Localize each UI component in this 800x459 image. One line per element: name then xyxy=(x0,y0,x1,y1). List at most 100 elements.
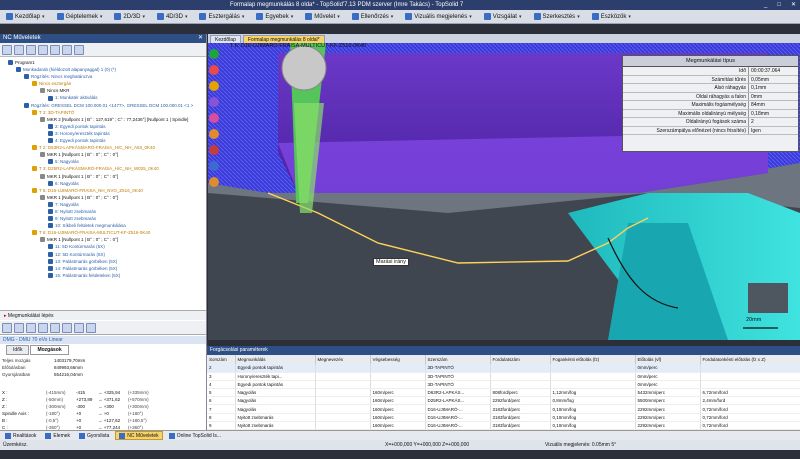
column-header[interactable]: Szerszám xyxy=(425,355,491,364)
menu-2d3d[interactable]: 2D/3D ▾ xyxy=(110,11,149,23)
path-icon[interactable] xyxy=(209,129,219,139)
warning-icon[interactable] xyxy=(209,145,219,155)
tree-item[interactable]: MKR 2 [Nullpont 1 | B° : 127,619° ; C° :… xyxy=(0,116,206,123)
tree-item[interactable]: Nincs esztergán xyxy=(0,80,206,87)
close-icon[interactable]: ✕ xyxy=(198,34,203,43)
machine-icon[interactable] xyxy=(2,322,12,333)
tree-item[interactable]: T 2: D63R2-LAPKÁSMARÓ-FRAISA_H/C_NH_A63_… xyxy=(0,144,206,151)
menu-machine[interactable]: Géptelemek ▾ xyxy=(53,11,107,23)
param-row[interactable]: Oldal ráhagyás a falon 0mm xyxy=(623,92,798,101)
stop-icon[interactable] xyxy=(38,322,48,333)
param-row[interactable]: Szerszámpálya előnézet (nincs frissítés)… xyxy=(623,126,798,135)
tree-item[interactable]: MKR 1 [Nullpont 1 | B° : 0° ; C° : 0°] xyxy=(0,173,206,180)
tab-moves[interactable]: Mozgások xyxy=(30,345,69,355)
zoom-icon[interactable] xyxy=(74,322,84,333)
collapse-icon[interactable] xyxy=(14,44,24,55)
play-icon[interactable] xyxy=(14,322,24,333)
expand-icon[interactable] xyxy=(2,44,12,55)
tree-item[interactable]: 13: Palástmarás görbéken (5X) xyxy=(0,258,206,265)
simulate-icon[interactable] xyxy=(209,113,219,123)
table-row[interactable]: 8 Nyitott zsebmarás 160m/perc D16-UJIMARÓ-.… xyxy=(207,413,800,422)
table-row[interactable]: 6 Nagyolás 160m/perc D25R2-LAPKÁS... 2292for… xyxy=(207,396,800,406)
filter-icon[interactable] xyxy=(62,44,72,55)
table-row[interactable]: 3 Horony/ereszték tapi... 3D-TAPINTÓ 0mm/pe… xyxy=(207,372,800,381)
tree-item[interactable]: 7: Nagyolás xyxy=(0,201,206,208)
tree-item[interactable]: MKR 1 [Nullpont 1 | B° : 0° ; C° : 0°] xyxy=(0,236,206,243)
menu-4d3d[interactable]: 4D/3D ▾ xyxy=(153,11,192,23)
param-row[interactable]: Oldalirányú fogások száma 2 xyxy=(623,118,798,127)
tree-item[interactable]: Munkadarab (hiéldozott alapanyaggal) 1 (… xyxy=(0,66,206,73)
panel-tab[interactable]: Realitások xyxy=(2,431,39,440)
camera-icon[interactable] xyxy=(62,322,72,333)
tree-item[interactable]: 14: Palástmarás görbéken (5X) xyxy=(0,265,206,272)
menu-inspect[interactable]: Vizsgálat ▾ xyxy=(480,11,526,23)
column-header[interactable]: Előtolás (vf) xyxy=(635,355,701,364)
tree-item[interactable]: Program1 xyxy=(0,59,206,66)
step-icon[interactable] xyxy=(50,322,60,333)
table-row[interactable]: 7 Nagyolás 160m/perc D16-UJIMARÓ-... 3183for… xyxy=(207,404,800,414)
document-tab[interactable]: Formalap megmunkálás 8 oldal* xyxy=(242,35,325,43)
column-header[interactable]: Fogankénti előtolás (fz) xyxy=(550,355,636,364)
tree-item[interactable]: 4: Egyedi pontok tapintás xyxy=(0,137,206,144)
tree-item[interactable]: Rögzítés: GRESSEL DCM 100.000.01 <1477>,… xyxy=(0,102,206,109)
simulate-icon[interactable] xyxy=(38,44,48,55)
table-row[interactable]: 9 Nyitott zsebmarás 160m/perc D16-UJIMARÓ-.… xyxy=(207,421,800,431)
tree-item[interactable]: 6: Nagyolás xyxy=(0,180,206,187)
param-row[interactable]: Idő 00:00:37.064 xyxy=(623,67,798,76)
tree-item[interactable]: 1: Munkatér aktiválás xyxy=(0,94,206,101)
menu-lathe[interactable]: Esztergálás ▾ xyxy=(195,11,248,23)
settings-icon[interactable] xyxy=(209,177,219,187)
panel-tab[interactable]: NC Műveletek xyxy=(115,431,163,440)
table-row[interactable]: 4 Egyedi pontok tapintás 3D-TAPINTÓ 0mm/per… xyxy=(207,380,800,390)
table-row[interactable]: 2 Egyedi pontok tapintás 3D-TAPINTÓ 0mm/per… xyxy=(207,364,800,373)
menu-misc[interactable]: Egyebek ▾ xyxy=(252,11,297,23)
tree-item[interactable]: 12: 5D Kontúrmarás (5X) xyxy=(0,251,206,258)
column-header[interactable]: Megnevezés xyxy=(315,355,371,364)
tool-icon[interactable] xyxy=(209,81,219,91)
menu-edit[interactable]: Szerkesztés ▾ xyxy=(530,11,584,23)
operation-icon[interactable] xyxy=(209,97,219,107)
tree-item[interactable]: 11: 5D Kontúrmarás (5X) xyxy=(0,243,206,250)
menu-tools[interactable]: Eszközök ▾ xyxy=(588,11,635,23)
table-row[interactable]: 5 Nagyolás 160m/perc D63R2-LAPKÁS... 808ford… xyxy=(207,388,800,398)
list-icon[interactable] xyxy=(74,44,84,55)
menu-home[interactable]: Kezdőlap ▾ xyxy=(2,11,49,23)
tab-times[interactable]: Idők xyxy=(6,345,30,355)
options-icon[interactable] xyxy=(86,322,96,333)
menu-check[interactable]: Ellenőrzés ▾ xyxy=(348,11,398,23)
check-icon[interactable] xyxy=(209,49,219,59)
tree-item[interactable]: 5: Nagyolás xyxy=(0,158,206,165)
param-row[interactable]: Alsó ráhagyás 0,1mm xyxy=(623,84,798,93)
tree-item[interactable]: 8: Nyitott zsebmarás xyxy=(0,208,206,215)
tree-item[interactable]: T 6: D16-UJIMARÓ-FRAISA-MULTICUT-KF-Z516… xyxy=(0,229,206,236)
maximize-button[interactable]: □ xyxy=(777,0,781,10)
tree-item[interactable]: Nincs MKR xyxy=(0,87,206,94)
tree-item[interactable]: 10: Síkbeli felületek megmunkálása xyxy=(0,222,206,229)
panel-tab[interactable]: Online TopSolid Is... xyxy=(166,431,224,440)
column-header[interactable]: Végsebesség xyxy=(370,355,426,364)
close-button[interactable]: ✕ xyxy=(791,0,796,10)
panel-tab[interactable]: Gyorslista xyxy=(76,431,112,440)
menu-visual[interactable]: Vizuális megjelenés ▾ xyxy=(401,11,475,23)
tree-item[interactable]: 15: Palástmarás felületeken (5X) xyxy=(0,272,206,279)
tree-item[interactable]: T 2: 3D-TAPINTÓ xyxy=(0,109,206,116)
param-row[interactable]: Maximális fogásmélység 84mm xyxy=(623,101,798,110)
tree-item[interactable]: 2: Egyedi pontok tapintás xyxy=(0,123,206,130)
tree-item[interactable]: Rögzítés: Nincs meghatározva xyxy=(0,73,206,80)
tree-item[interactable]: MKR 1 [Nullpont 1 | B° : 0° ; C° : 0°] xyxy=(0,151,206,158)
pause-icon[interactable] xyxy=(26,322,36,333)
tree-item[interactable]: 3: Horony/ereszték tapintás xyxy=(0,130,206,137)
column-header[interactable]: Fordulatonkénti előtolás (fz x Z) xyxy=(700,355,800,364)
close-icon[interactable] xyxy=(209,65,219,75)
minimize-button[interactable]: _ xyxy=(764,0,767,10)
settings-icon[interactable] xyxy=(50,44,60,55)
play-icon[interactable] xyxy=(26,44,36,55)
tree-item[interactable]: T 5: D16-UJIMARÓ-FRAISA_NH_NVO_Z516_0K40 xyxy=(0,187,206,194)
panel-tab[interactable]: Elemek xyxy=(42,431,73,440)
tree-item[interactable]: 9: Nyitott zsebmarás xyxy=(0,215,206,222)
tree-item[interactable]: MKR 1 [Nullpont 1 | B° : 0° ; C° : 0°] xyxy=(0,194,206,201)
column-header[interactable]: Megmunkálás xyxy=(235,355,316,364)
menu-operation[interactable]: Művelet ▾ xyxy=(301,11,344,23)
column-header[interactable]: Fordulatszám xyxy=(490,355,551,364)
info-icon[interactable] xyxy=(209,161,219,171)
